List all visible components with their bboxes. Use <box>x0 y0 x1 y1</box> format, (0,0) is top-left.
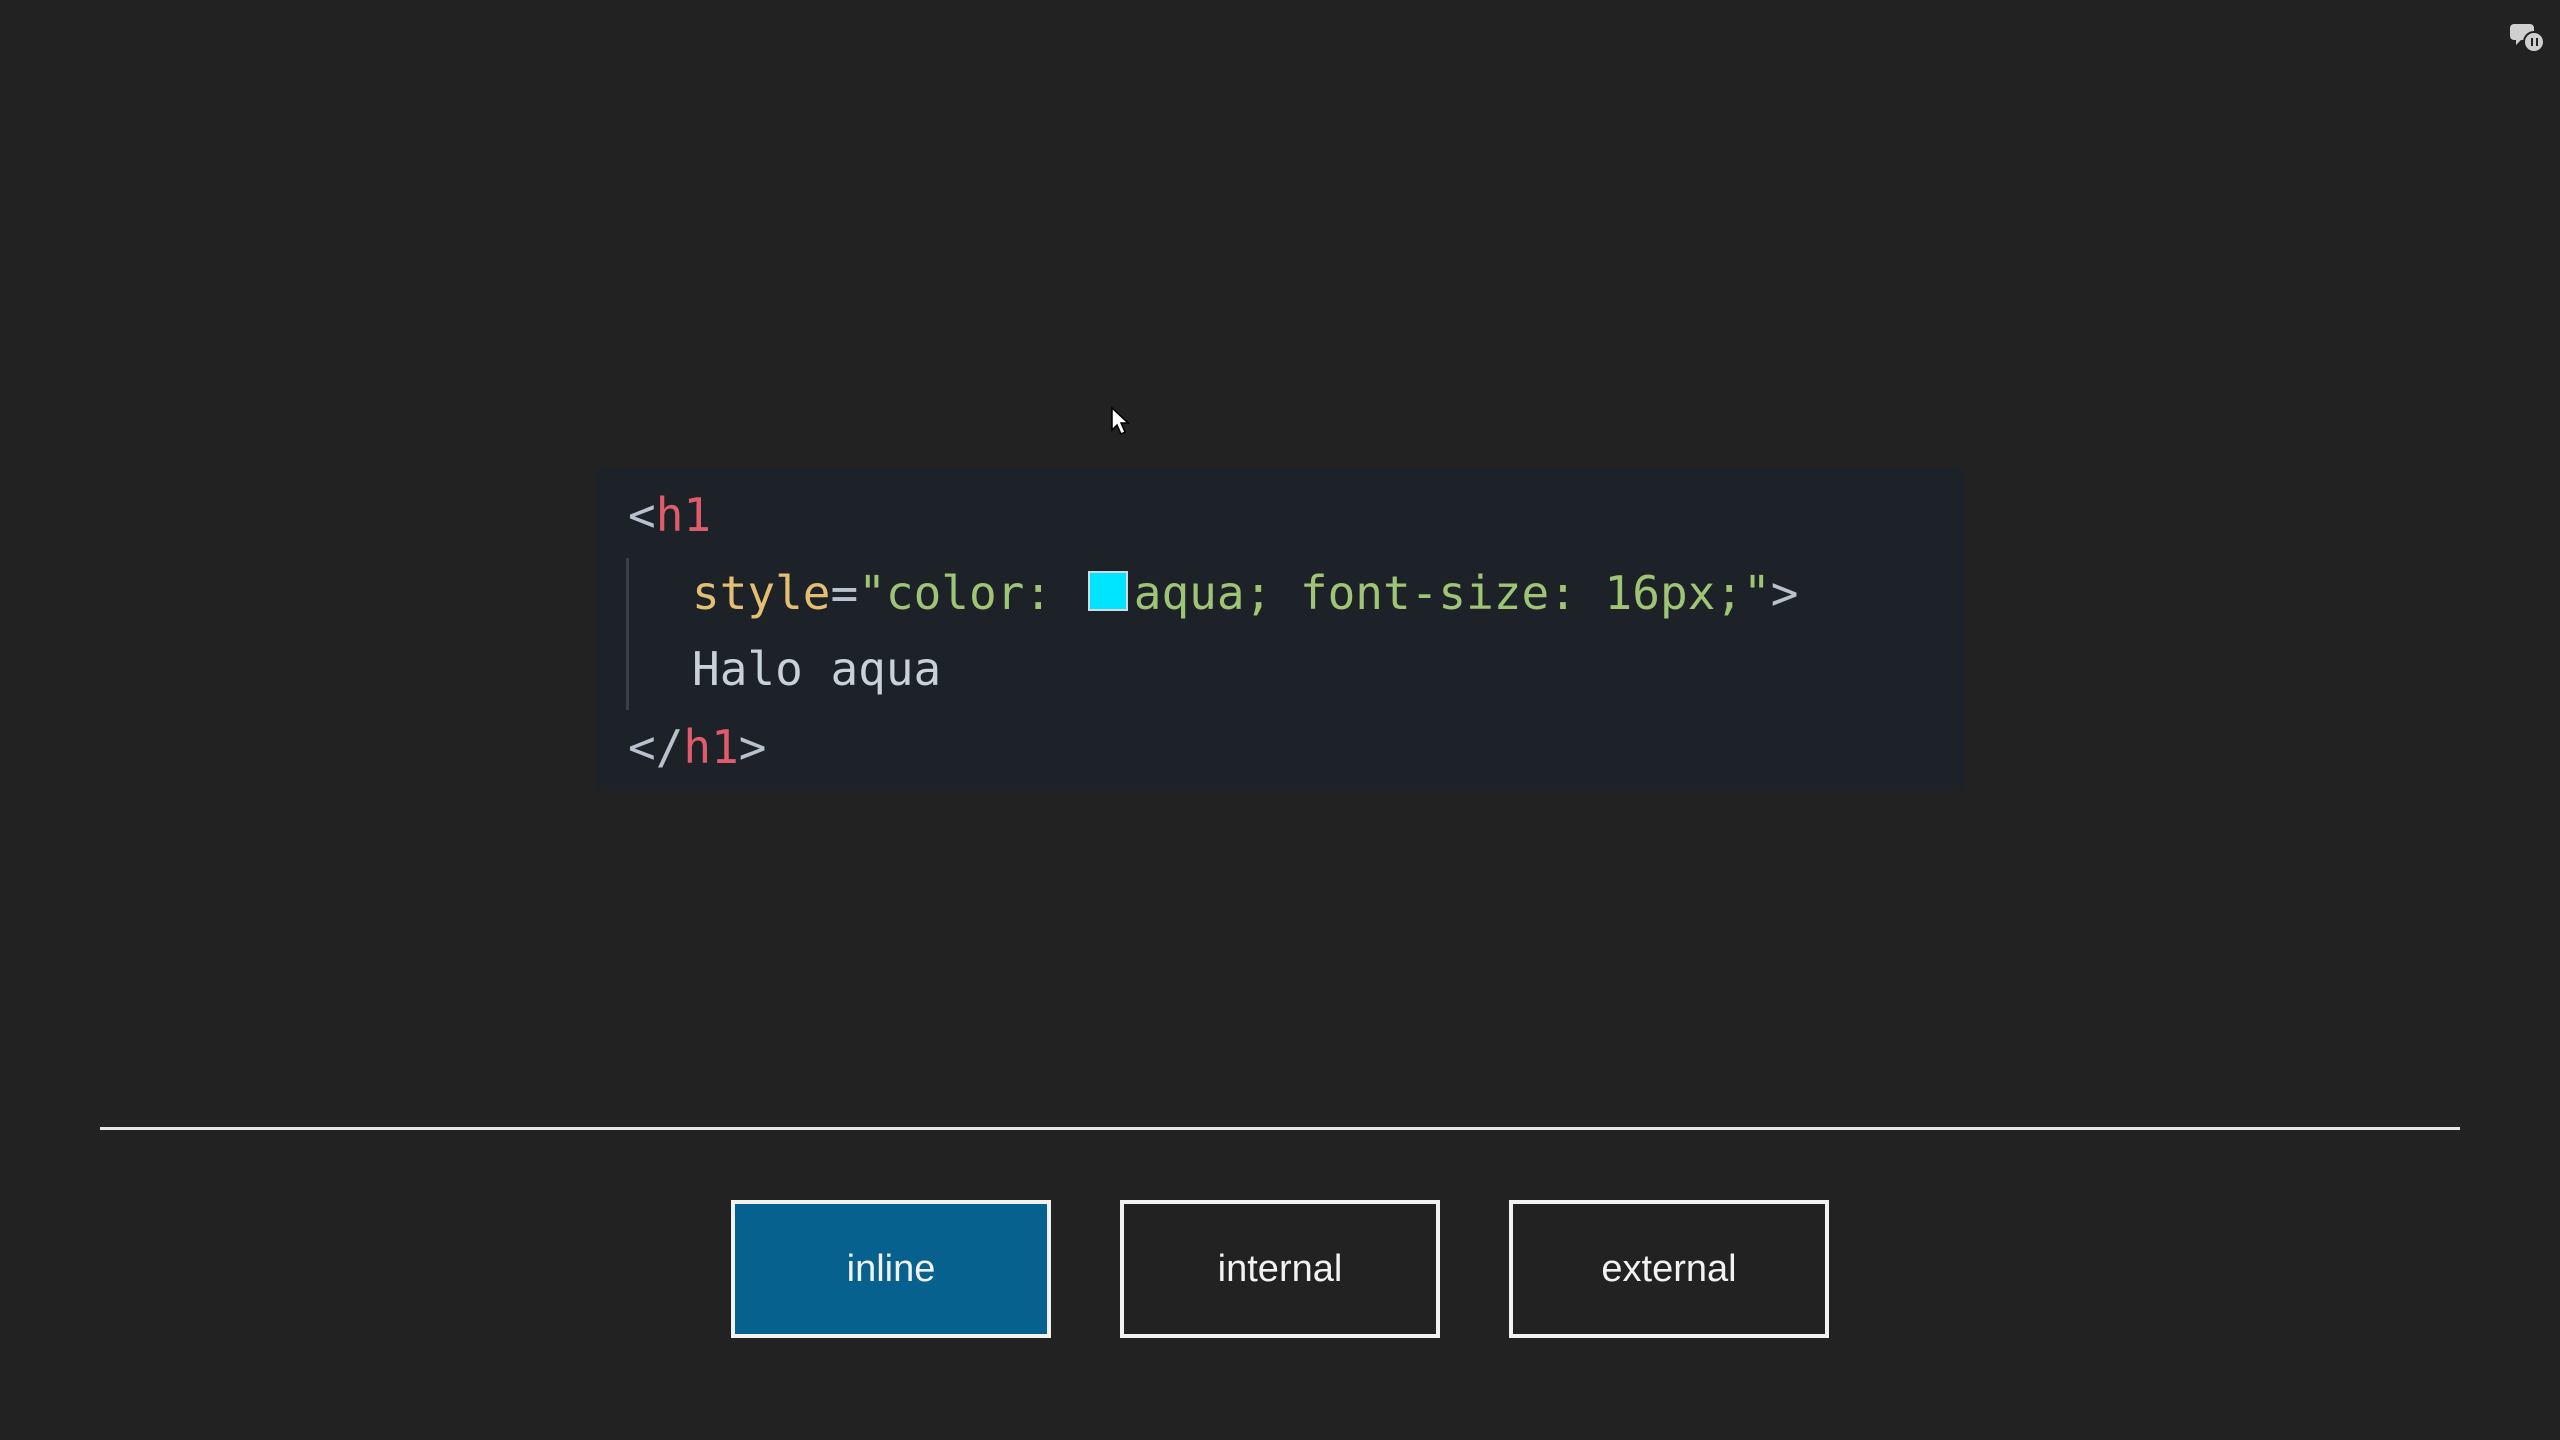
mouse-pointer-icon <box>1111 406 1130 436</box>
code-snippet: <h1 style="color: aqua; font-size: 16px;… <box>596 468 1964 790</box>
code-attr-value: "color: <box>858 566 1080 620</box>
code-line-close-tag: </h1> <box>628 712 766 782</box>
css-type-tabs: inline internal external <box>731 1200 1829 1338</box>
code-punct: > <box>738 720 767 774</box>
code-attr-value-rest: aqua; font-size: 16px;" <box>1133 566 1771 620</box>
tab-external[interactable]: external <box>1509 1200 1829 1338</box>
chat-settings-icon[interactable] <box>2510 18 2546 54</box>
code-attr-name: style <box>692 566 831 620</box>
code-line-text: Halo aqua <box>692 634 941 704</box>
code-text-content: Halo aqua <box>692 642 942 696</box>
slide-canvas: <h1 style="color: aqua; font-size: 16px;… <box>0 0 2560 1440</box>
code-punct: = <box>830 566 859 620</box>
code-tag-name: h1 <box>655 488 712 542</box>
code-line-open-tag: <h1 <box>628 480 711 550</box>
code-punct: </ <box>628 720 684 774</box>
divider <box>100 1127 2460 1130</box>
color-swatch[interactable] <box>1087 571 1128 611</box>
indent-guide <box>626 558 629 710</box>
tab-internal[interactable]: internal <box>1120 1200 1440 1338</box>
code-punct: > <box>1770 566 1799 620</box>
tab-inline[interactable]: inline <box>731 1200 1051 1338</box>
code-line-style-attr: style="color: aqua; font-size: 16px;"> <box>692 558 1798 628</box>
code-tag-name: h1 <box>683 720 739 774</box>
code-punct: < <box>628 488 656 542</box>
